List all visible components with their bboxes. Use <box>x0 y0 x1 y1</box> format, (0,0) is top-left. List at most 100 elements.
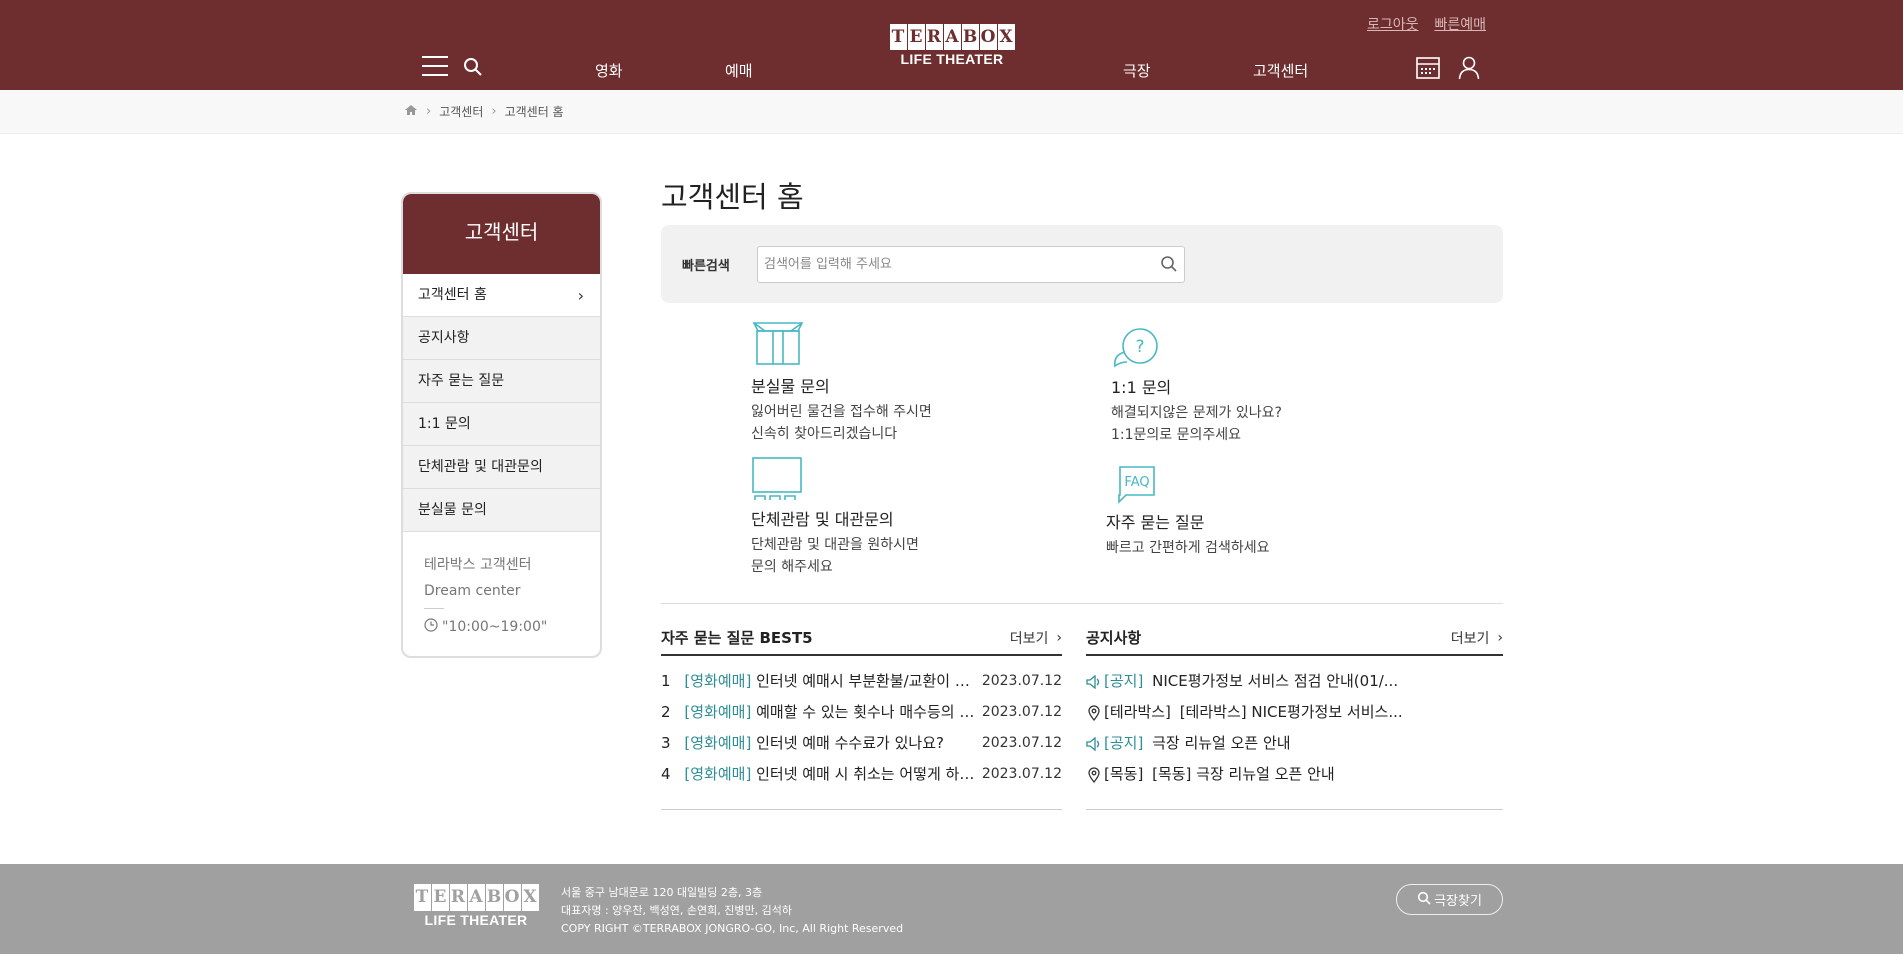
menu-icon[interactable] <box>422 56 448 76</box>
card-desc-line: 해결되지않은 문제가 있나요? <box>1111 405 1282 421</box>
nav-booking[interactable]: 예매 <box>725 60 753 81</box>
sidebar-item-label: 공지사항 <box>418 330 470 346</box>
sidebar-item-support-home[interactable]: 고객센터 홈 › <box>403 274 600 317</box>
panel-header: 공지사항 더보기 › <box>1086 626 1503 656</box>
item-number: 4 <box>661 765 671 783</box>
sidebar-item-label: 자주 묻는 질문 <box>418 373 505 389</box>
card-title: 단체관람 및 대관문의 <box>751 510 894 529</box>
chevron-right-icon: › <box>1497 630 1503 646</box>
item-text: NICE평가정보 서비스 점검 안내(01/... <box>1152 672 1399 690</box>
item-text: [테라박스] NICE평가정보 서비스... <box>1179 703 1403 721</box>
find-theater-button[interactable]: 극장찾기 <box>1396 884 1503 915</box>
sidebar-item-group[interactable]: 단체관람 및 대관문의 <box>403 446 600 489</box>
breadcrumb: › 고객센터 › 고객센터 홈 <box>404 103 564 120</box>
list-item[interactable]: [공지] 극장 리뉴얼 오픈 안내 <box>1086 728 1503 759</box>
card-faq[interactable]: FAQ 자주 묻는 질문 빠르고 간편하게 검색하세요 <box>1106 465 1269 559</box>
sidebar-item-label: 단체관람 및 대관문의 <box>418 459 543 475</box>
logo-letter: O <box>503 884 521 911</box>
logo-letter: A <box>467 884 485 911</box>
list-item[interactable]: [목동] [목동] 극장 리뉴얼 오픈 안내 <box>1086 759 1503 790</box>
list-item[interactable]: 3 [영화예매] 인터넷 예매 수수료가 있나요? 2023.07.12 <box>661 728 1062 759</box>
support-center-info: 테라박스 고객센터 Dream center "10:00~19:00" <box>403 532 600 636</box>
search-icon <box>1417 891 1431 909</box>
footer-logo: T E R A B O X LIFE THEATER <box>402 884 550 928</box>
item-category: [영화예매] <box>684 734 752 752</box>
site-logo[interactable]: T E R A B O X LIFE THEATER <box>881 24 1023 67</box>
divider <box>661 603 1503 604</box>
speaker-icon <box>1086 674 1100 689</box>
faq-more-link[interactable]: 더보기 › <box>1010 628 1062 648</box>
item-category: [영화예매] <box>684 703 752 721</box>
divider <box>424 608 444 609</box>
logo-letter: X <box>997 24 1015 50</box>
chevron-right-icon: › <box>491 104 497 119</box>
clock-icon <box>424 618 438 636</box>
card-desc: 해결되지않은 문제가 있나요? 1:1문의로 문의주세요 <box>1111 402 1282 446</box>
logo-letter: O <box>979 24 997 50</box>
chevron-right-icon: › <box>577 286 584 305</box>
logout-link[interactable]: 로그아웃 <box>1367 14 1419 34</box>
item-question: [목동] [목동] 극장 리뉴얼 오픈 안내 <box>1086 759 1406 790</box>
card-desc: 단체관람 및 대관을 원하시면 문의 해주세요 <box>751 534 919 578</box>
footer-representatives: 대표자명 : 양우찬, 백성연, 손연희, 진병만, 김석하 <box>561 904 792 917</box>
chat-question-icon: ? <box>1111 328 1161 374</box>
card-desc-line: 빠르고 간편하게 검색하세요 <box>1106 540 1270 556</box>
card-group-rental[interactable]: 단체관람 및 대관문의 단체관람 및 대관을 원하시면 문의 해주세요 <box>751 456 919 578</box>
list-item[interactable]: 2 [영화예매] 예매할 수 있는 횟수나 매수등의 제한이 있나요? 2023… <box>661 697 1062 728</box>
list-item[interactable]: [테라박스] [테라박스] NICE평가정보 서비스... <box>1086 697 1503 728</box>
logo-letter: E <box>907 24 925 50</box>
item-date: 2023.07.12 <box>981 735 1062 751</box>
logo-letter: T <box>413 884 431 911</box>
sidebar-item-inquiry[interactable]: 1:1 문의 <box>403 403 600 446</box>
logo-letter: X <box>521 884 539 911</box>
notice-list: [공지] NICE평가정보 서비스 점검 안내(01/... [테라박스] [테… <box>1086 666 1503 790</box>
quick-booking-link[interactable]: 빠른예매 <box>1434 14 1486 34</box>
search-icon[interactable] <box>1160 255 1178 277</box>
faq-icon: FAQ <box>1106 466 1156 509</box>
card-desc: 빠르고 간편하게 검색하세요 <box>1106 537 1269 559</box>
item-text: 인터넷 예매 시 취소는 어떻게 하나요? <box>756 765 982 783</box>
logo-letter: R <box>449 884 467 911</box>
quick-search-field <box>757 246 1185 283</box>
notice-more-link[interactable]: 더보기 › <box>1451 628 1503 648</box>
quick-search-label: 빠른검색 <box>682 259 730 274</box>
nav-theater[interactable]: 극장 <box>1123 60 1151 81</box>
sidebar-item-label: 분실물 문의 <box>418 502 487 518</box>
sidebar-item-label: 고객센터 홈 <box>418 287 487 303</box>
home-icon[interactable] <box>404 104 418 119</box>
item-text: [목동] 극장 리뉴얼 오픈 안내 <box>1152 765 1335 783</box>
nav-support[interactable]: 고객센터 <box>1253 60 1308 81</box>
card-desc-line: 1:1문의로 문의주세요 <box>1111 427 1242 443</box>
item-number: 2 <box>661 703 671 721</box>
list-item[interactable]: 1 [영화예매] 인터넷 예매시 부분환불/교환이 가능한가요? 2023.07… <box>661 666 1062 697</box>
search-icon[interactable] <box>463 57 483 77</box>
item-text: 인터넷 예매시 부분환불/교환이 가능한가요? <box>756 672 982 690</box>
logo-letters: T E R A B O X <box>402 884 550 911</box>
nav-movie[interactable]: 영화 <box>595 60 623 81</box>
center-subname: Dream center <box>424 583 521 599</box>
sidebar-item-faq[interactable]: 자주 묻는 질문 <box>403 360 600 403</box>
item-question: [테라박스] [테라박스] NICE평가정보 서비스... <box>1086 697 1406 728</box>
chevron-right-icon: › <box>426 104 432 119</box>
calendar-icon[interactable] <box>1416 57 1440 83</box>
search-input[interactable] <box>758 247 1138 282</box>
item-date: 2023.07.12 <box>981 704 1062 720</box>
list-item[interactable]: 4 [영화예매] 인터넷 예매 시 취소는 어떻게 하나요? 2023.07.1… <box>661 759 1062 790</box>
item-text: 인터넷 예매 수수료가 있나요? <box>756 734 944 752</box>
card-desc: 잃어버린 물건을 접수해 주시면 신속히 찾아드리겠습니다 <box>751 401 932 445</box>
card-lost-item[interactable]: 분실물 문의 잃어버린 물건을 접수해 주시면 신속히 찾아드리겠습니다 <box>751 321 932 445</box>
site-footer: T E R A B O X LIFE THEATER 서울 중구 남대문로 12… <box>0 864 1903 954</box>
breadcrumb-support[interactable]: 고객센터 <box>439 103 483 120</box>
list-item[interactable]: [공지] NICE평가정보 서비스 점검 안내(01/... <box>1086 666 1503 697</box>
sidebar-item-notice[interactable]: 공지사항 <box>403 317 600 360</box>
utility-links: 로그아웃 빠른예매 <box>1367 14 1486 34</box>
item-category: [공지] <box>1104 672 1144 690</box>
card-one-on-one[interactable]: ? 1:1 문의 해결되지않은 문제가 있나요? 1:1문의로 문의주세요 <box>1111 326 1282 446</box>
logo-letter: R <box>925 24 943 50</box>
card-desc-line: 신속히 찾아드리겠습니다 <box>751 426 898 442</box>
footer-address: 서울 중구 남대문로 120 대일빌딩 2층, 3층 <box>561 886 763 899</box>
breadcrumb-support-home[interactable]: 고객센터 홈 <box>505 103 564 120</box>
faq-list: 1 [영화예매] 인터넷 예매시 부분환불/교환이 가능한가요? 2023.07… <box>661 666 1062 790</box>
user-icon[interactable] <box>1458 56 1480 84</box>
sidebar-item-lost[interactable]: 분실물 문의 <box>403 489 600 532</box>
